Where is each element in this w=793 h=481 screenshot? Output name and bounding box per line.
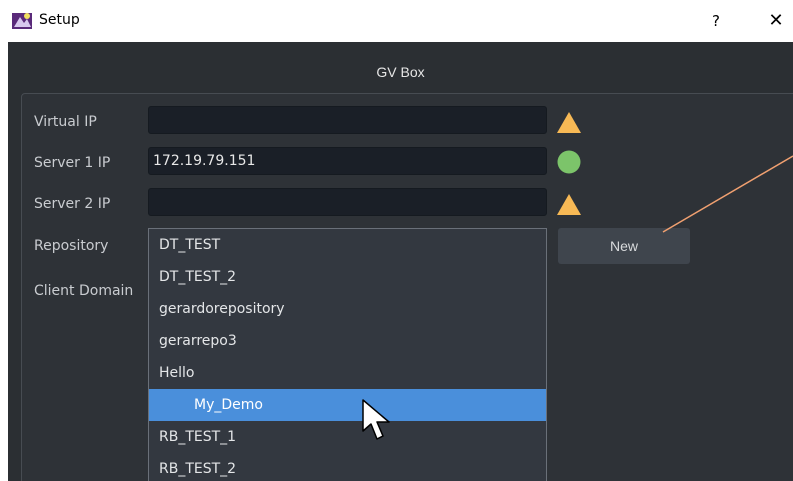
window-title: Setup bbox=[39, 12, 80, 28]
close-button[interactable]: ✕ bbox=[764, 9, 788, 33]
annotation-callout-line bbox=[662, 155, 793, 233]
app-icon bbox=[12, 13, 32, 29]
setup-dialog: GV Box Virtual IP Server 1 IP 172.19.79.… bbox=[8, 42, 793, 481]
title-bar: Setup ? ✕ bbox=[0, 0, 793, 42]
mouse-pointer-icon bbox=[362, 399, 390, 440]
help-button[interactable]: ? bbox=[706, 9, 726, 33]
